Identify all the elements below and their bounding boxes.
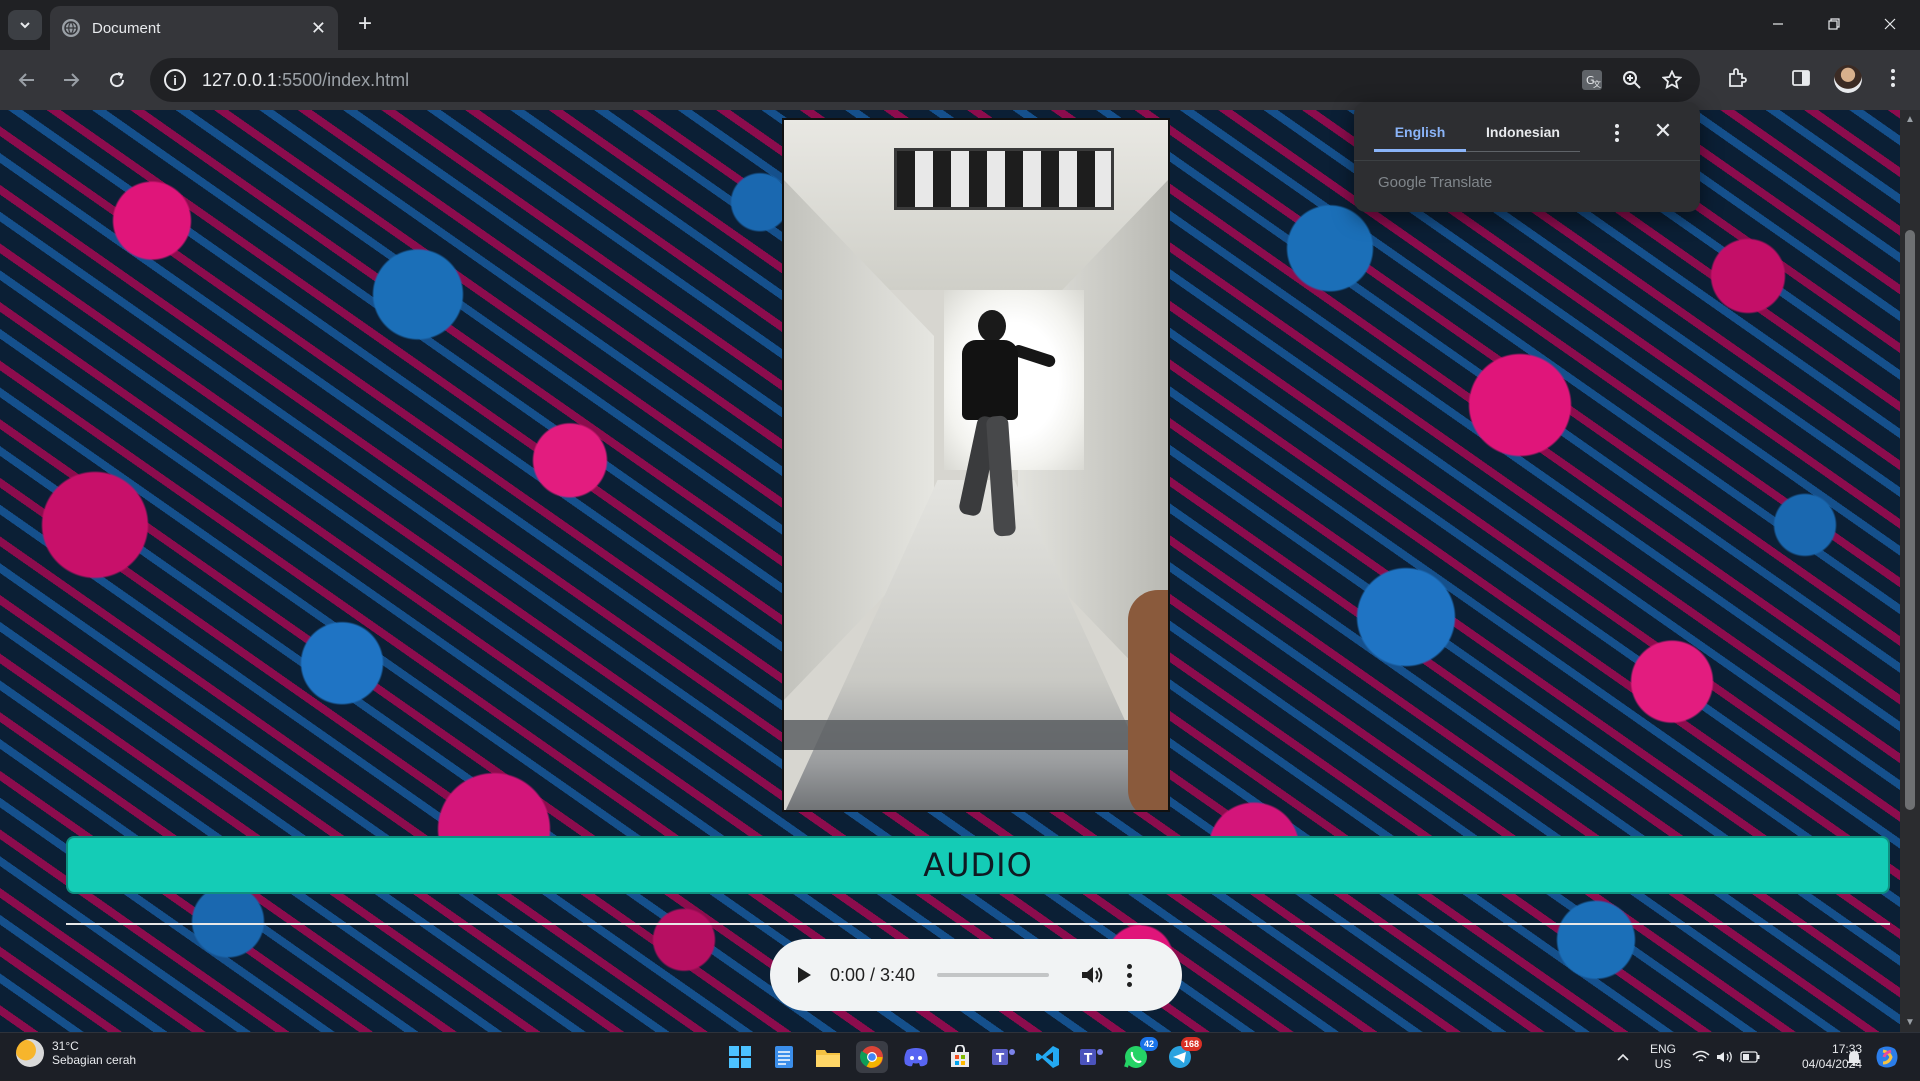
bookmark-star-icon[interactable]	[1660, 68, 1684, 92]
teams-icon: T	[1080, 1049, 1103, 1065]
play-icon[interactable]	[792, 963, 816, 987]
close-window-button[interactable]	[1870, 8, 1910, 40]
input-language-indicator[interactable]: ENG US	[1650, 1042, 1676, 1072]
site-info-icon[interactable]: i	[164, 69, 186, 91]
translate-close-icon[interactable]: ✕	[1648, 116, 1678, 146]
google-translate-label: Google Translate	[1378, 174, 1493, 191]
store-icon	[951, 1045, 969, 1067]
svg-text:T: T	[996, 1051, 1005, 1065]
tab-search-button[interactable]	[8, 10, 42, 40]
scroll-down-icon[interactable]: ▼	[1904, 1017, 1916, 1028]
chrome-icon	[860, 1046, 883, 1068]
lang-region: US	[1654, 1057, 1672, 1071]
scroll-up-icon[interactable]: ▲	[1904, 114, 1916, 125]
translate-tab-indonesian[interactable]: Indonesian	[1466, 118, 1580, 152]
browser-tab[interactable]: Document ✕	[50, 6, 338, 50]
windows-start-button[interactable]	[724, 1041, 756, 1073]
close-icon	[1884, 18, 1896, 30]
translate-tab-english[interactable]: English	[1374, 118, 1466, 152]
discord-app[interactable]	[900, 1041, 932, 1073]
tray-overflow-icon[interactable]	[1616, 1033, 1630, 1081]
notepad-icon	[775, 1046, 793, 1068]
minimize-icon	[1773, 23, 1783, 25]
globe-icon	[62, 19, 80, 37]
scroll-thumb[interactable]	[1905, 230, 1915, 810]
weather-widget[interactable]: 31°C Sebagian cerah	[16, 1039, 136, 1067]
teams-classic-app[interactable]: T	[1076, 1041, 1108, 1073]
back-button[interactable]	[12, 65, 42, 95]
svg-text:T: T	[1084, 1051, 1093, 1065]
tab-strip: Document ✕ +	[0, 0, 1920, 50]
audio-seek-bar[interactable]	[937, 973, 1050, 977]
svg-text:文: 文	[1593, 79, 1601, 89]
whatsapp-app[interactable]: 42	[1120, 1037, 1158, 1073]
vscode-icon	[1036, 1046, 1059, 1068]
address-bar[interactable]: i 127.0.0.1:5500/index.html G文	[150, 58, 1700, 102]
more-options-icon[interactable]	[1125, 963, 1133, 987]
telegram-badge: 168	[1180, 1037, 1202, 1051]
wifi-icon[interactable]	[1692, 1033, 1710, 1081]
microsoft-store-app[interactable]	[944, 1041, 976, 1073]
file-explorer-app[interactable]	[812, 1041, 844, 1073]
translate-icon[interactable]: G文	[1580, 68, 1604, 92]
weather-sun-cloud-icon	[16, 1039, 44, 1067]
whatsapp-badge: 42	[1140, 1037, 1158, 1051]
arrow-left-icon	[18, 73, 34, 87]
page-scrollbar[interactable]: ▲ ▼	[1900, 110, 1920, 1032]
restore-button[interactable]	[1814, 8, 1854, 40]
audio-player[interactable]: 0:00 / 3:40	[770, 939, 1182, 1011]
telegram-app[interactable]: 168	[1164, 1037, 1202, 1073]
notepad-app[interactable]	[768, 1041, 800, 1073]
battery-icon[interactable]	[1740, 1033, 1760, 1081]
horizontal-rule	[66, 923, 1890, 925]
person-figure	[954, 310, 1057, 540]
url-host: 127.0.0.1	[202, 69, 278, 90]
windows-taskbar: 31°C Sebagian cerah T T 42 168 ENG US 17…	[0, 1032, 1920, 1080]
page-background: AUDIO 0:00 / 3:40	[0, 110, 1900, 1032]
zoom-icon[interactable]	[1620, 68, 1644, 92]
audio-heading: AUDIO	[68, 838, 1888, 892]
close-tab-icon[interactable]: ✕	[311, 18, 326, 39]
video-player[interactable]	[782, 118, 1170, 812]
chevron-down-icon	[20, 22, 30, 29]
teams-app[interactable]: T	[988, 1041, 1020, 1073]
translate-menu-icon[interactable]	[1602, 118, 1632, 148]
chrome-app[interactable]	[856, 1041, 888, 1073]
volume-tray-icon[interactable]	[1716, 1033, 1734, 1081]
browser-menu-icon[interactable]	[1878, 63, 1908, 93]
browser-toolbar: i 127.0.0.1:5500/index.html G文	[0, 50, 1920, 110]
windows-icon	[729, 1046, 751, 1068]
forward-button[interactable]	[56, 65, 86, 95]
new-tab-button[interactable]: +	[352, 12, 378, 38]
profile-avatar[interactable]	[1834, 65, 1862, 93]
side-panel-icon[interactable]	[1786, 63, 1816, 93]
minimize-button[interactable]	[1758, 8, 1798, 40]
weather-temp: 31°C	[52, 1039, 79, 1053]
url-path: :5500/index.html	[277, 69, 410, 90]
audio-time: 0:00 / 3:40	[830, 964, 916, 985]
notification-bell-icon[interactable]	[1846, 1033, 1862, 1081]
teams-icon: T	[992, 1049, 1015, 1065]
copilot-icon[interactable]	[1874, 1033, 1900, 1081]
reload-icon	[110, 72, 125, 88]
hallway-banner	[894, 148, 1114, 210]
restore-icon	[1828, 18, 1840, 30]
vscode-app[interactable]	[1032, 1041, 1064, 1073]
lang-code: ENG	[1650, 1042, 1677, 1056]
folder-icon	[816, 1050, 840, 1067]
volume-icon[interactable]	[1079, 962, 1105, 988]
tab-title: Document	[92, 19, 161, 37]
reload-button[interactable]	[102, 65, 132, 95]
weather-desc: Sebagian cerah	[52, 1053, 137, 1067]
extensions-icon[interactable]	[1722, 63, 1752, 93]
discord-icon	[904, 1048, 928, 1067]
arrow-right-icon	[64, 73, 80, 87]
